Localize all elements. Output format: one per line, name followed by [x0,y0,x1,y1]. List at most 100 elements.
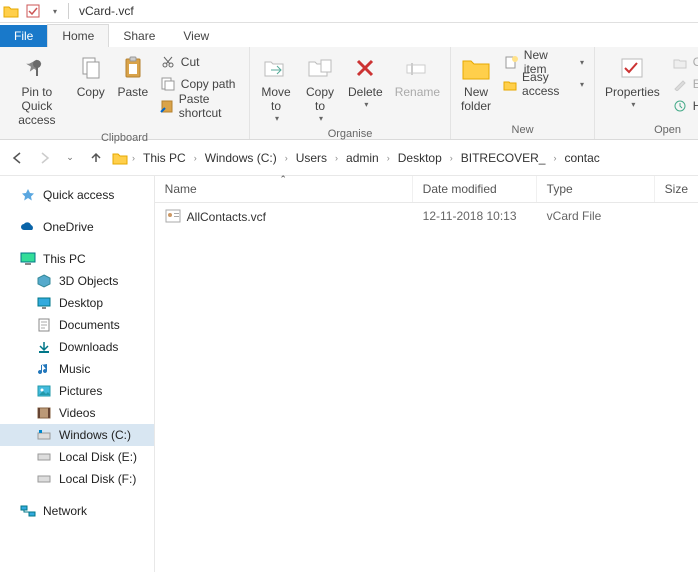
sidebar-item-videos[interactable]: Videos [0,402,154,424]
crumb-users[interactable]: Users [292,149,331,167]
sidebar-item-downloads[interactable]: Downloads [0,336,154,358]
picture-icon [36,383,52,399]
pin-label: Pin to Quick access [10,86,64,127]
crumb-windows-c[interactable]: Windows (C:) [201,149,281,167]
sidebar-label: Pictures [59,384,102,398]
sidebar-item-pictures[interactable]: Pictures [0,380,154,402]
sidebar-item-this-pc[interactable]: This PC [0,248,154,270]
edit-label: Edit [693,77,698,91]
copy-to-label: Copy to [306,86,334,114]
column-date[interactable]: Date modified [413,176,537,202]
chevron-right-icon: › [551,153,558,163]
qat-properties-icon[interactable] [22,0,44,22]
file-type: vCard File [537,207,655,227]
drive-icon [36,471,52,487]
move-to-button[interactable]: Move to▾ [254,49,298,126]
sidebar-label: Quick access [43,188,114,202]
chevron-down-icon: ▾ [275,114,279,123]
file-row[interactable]: AllContacts.vcf 12-11-2018 10:13 vCard F… [155,203,698,231]
sidebar-item-windows-c[interactable]: Windows (C:) [0,424,154,446]
copy-button[interactable]: Copy [70,49,112,103]
scissors-icon [160,54,176,70]
properties-button[interactable]: Properties▾ [599,49,666,112]
tab-share[interactable]: Share [109,25,169,47]
column-size[interactable]: Size [655,176,698,202]
sort-ascending-icon: ⌃ [279,174,287,185]
sidebar-item-onedrive[interactable]: OneDrive [0,216,154,238]
copy-to-button[interactable]: Copy to▾ [298,49,342,126]
recent-dropdown[interactable]: ⌄ [60,148,80,168]
copy-label: Copy [77,86,105,100]
rename-button[interactable]: Rename [389,49,446,103]
group-label-open: Open [599,122,698,139]
content-area: Quick access OneDrive This PC 3D Objects… [0,176,698,572]
network-icon [20,503,36,519]
crumb-this-pc[interactable]: This PC [139,149,190,167]
sidebar-item-network[interactable]: Network [0,500,154,522]
properties-icon [616,52,648,84]
delete-button[interactable]: Delete▾ [342,49,389,112]
folder-icon [112,151,128,165]
sidebar-item-documents[interactable]: Documents [0,314,154,336]
sidebar-item-local-f[interactable]: Local Disk (F:) [0,468,154,490]
edit-icon [672,76,688,92]
column-headers: ⌃ Name Date modified Type Size [155,176,698,203]
breadcrumb[interactable]: › This PC › Windows (C:) › Users › admin… [112,149,690,167]
sidebar-label: Windows (C:) [59,428,131,442]
copy-to-icon [304,52,336,84]
star-icon [20,187,36,203]
chevron-right-icon: › [130,153,137,163]
copy-icon [75,52,107,84]
file-name: AllContacts.vcf [187,210,266,224]
file-date: 12-11-2018 10:13 [413,207,537,227]
history-label: History [693,99,698,113]
chevron-right-icon: › [333,153,340,163]
sidebar-label: Music [59,362,90,376]
video-icon [36,405,52,421]
folder-icon [0,0,22,22]
group-new: New folder New item▾ Easy access▾ New [451,47,595,139]
sidebar-label: OneDrive [43,220,94,234]
chevron-down-icon: ▾ [364,100,368,109]
crumb-contacts[interactable]: contac [560,149,603,167]
forward-button[interactable] [34,148,54,168]
crumb-desktop[interactable]: Desktop [394,149,446,167]
column-name[interactable]: ⌃ Name [155,176,413,202]
sidebar-item-desktop[interactable]: Desktop [0,292,154,314]
cut-button[interactable]: Cut [154,51,245,73]
crumb-admin[interactable]: admin [342,149,383,167]
chevron-down-icon: ▾ [631,100,635,109]
easy-access-label: Easy access [522,70,573,98]
group-label-organise: Organise [254,126,446,143]
download-icon [36,339,52,355]
up-button[interactable] [86,148,106,168]
tab-file[interactable]: File [0,25,47,47]
tab-home[interactable]: Home [47,24,109,47]
ribbon: Pin to Quick access Copy Paste Cut Copy … [0,47,698,140]
sidebar-item-quick-access[interactable]: Quick access [0,184,154,206]
column-type[interactable]: Type [537,176,655,202]
crumb-bitrecover[interactable]: BITRECOVER_ [457,149,550,167]
group-organise: Move to▾ Copy to▾ Delete▾ Rename Organis… [250,47,451,139]
paste-button[interactable]: Paste [112,49,154,103]
qat-dropdown-icon[interactable]: ▾ [44,0,66,22]
pin-to-quick-access-button[interactable]: Pin to Quick access [4,49,70,130]
new-folder-button[interactable]: New folder [455,49,497,117]
open-button[interactable]: Open [666,51,698,73]
tab-view[interactable]: View [169,25,223,47]
group-label-new: New [455,122,590,139]
music-icon [36,361,52,377]
cut-label: Cut [181,55,200,69]
history-button[interactable]: History [666,95,698,117]
paste-shortcut-button[interactable]: Paste shortcut [154,95,245,117]
easy-access-button[interactable]: Easy access▾ [497,73,590,95]
history-icon [672,98,688,114]
paste-label: Paste [117,86,148,100]
cube-icon [36,273,52,289]
back-button[interactable] [8,148,28,168]
sidebar-item-music[interactable]: Music [0,358,154,380]
sidebar-item-local-e[interactable]: Local Disk (E:) [0,446,154,468]
document-icon [36,317,52,333]
sidebar-item-3d-objects[interactable]: 3D Objects [0,270,154,292]
edit-button[interactable]: Edit [666,73,698,95]
